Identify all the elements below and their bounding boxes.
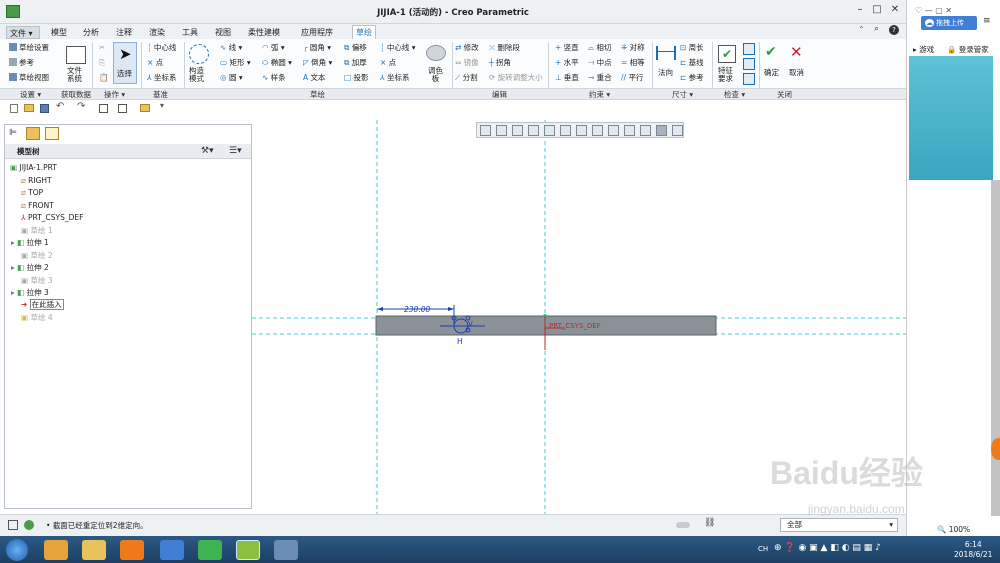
taskbar-cloud-icon[interactable] xyxy=(160,540,184,560)
horizontal-constraint-label: H xyxy=(457,337,463,346)
watermark-url: jingyan.baidu.com xyxy=(808,502,905,516)
sketch-view-icon[interactable] xyxy=(672,125,683,136)
progress-indicator xyxy=(676,522,690,528)
taskbar-media-icon[interactable] xyxy=(120,540,144,560)
taskbar-explorer-icon[interactable] xyxy=(82,540,106,560)
games-link[interactable]: ▸ 游戏 xyxy=(913,44,934,55)
watermark-logo: Baidu经验 xyxy=(770,455,923,491)
menu-icon[interactable]: ≡ xyxy=(983,16,991,26)
scrollbar[interactable] xyxy=(991,180,1000,516)
refit-icon[interactable] xyxy=(480,125,491,136)
clock[interactable]: 6:14 2018/6/21 xyxy=(954,540,992,560)
sketch-canvas[interactable] xyxy=(0,0,906,514)
login-link[interactable]: 🔒 登录管家 xyxy=(947,44,989,55)
toggle-navigator-icon[interactable] xyxy=(8,520,18,530)
taskbar-paint-icon[interactable] xyxy=(274,540,298,560)
taskbar-creo-icon[interactable] xyxy=(236,540,260,560)
display-style-icon[interactable] xyxy=(544,125,555,136)
taskbar-app-icon[interactable] xyxy=(44,540,68,560)
saved-orientations-icon[interactable] xyxy=(560,125,571,136)
browser-icon[interactable] xyxy=(24,520,34,530)
spin-center-icon[interactable] xyxy=(624,125,635,136)
view-manager-icon[interactable] xyxy=(576,125,587,136)
zoom-out-icon[interactable] xyxy=(512,125,523,136)
taskbar-browser-icon[interactable] xyxy=(198,540,222,560)
browser-controls[interactable]: ♡ — ▢ ✕ xyxy=(915,6,952,15)
status-bar: • 截面已经重定位到2维定向。 ⛓ 全部 ▾ xyxy=(0,514,906,536)
dimension-arrow-right xyxy=(448,307,454,311)
upload-button[interactable]: ☁ 拖拽上传 xyxy=(921,16,977,30)
vertical-constraint-label: V xyxy=(468,320,473,328)
repaint-icon[interactable] xyxy=(528,125,539,136)
start-button-icon[interactable] xyxy=(6,539,28,561)
annotation-display-icon[interactable] xyxy=(640,125,651,136)
csys-label: PRT_CSYS_DEF xyxy=(549,322,601,330)
part-section xyxy=(375,315,717,336)
tray-icons[interactable]: ⊕ ❓ ◉ ▣ ▲ ◧ ◐ ▤ ▦ ♪ xyxy=(774,543,881,553)
zoom-in-icon[interactable] xyxy=(496,125,507,136)
status-message: • 截面已经重定位到2维定向。 xyxy=(46,521,148,530)
find-icon[interactable]: ⛓ xyxy=(704,518,715,528)
sketcher-display-icon[interactable] xyxy=(656,125,667,136)
side-banner-image[interactable] xyxy=(909,56,993,180)
perspective-icon[interactable] xyxy=(592,125,603,136)
graphics-toolbar xyxy=(476,122,684,138)
floating-badge[interactable] xyxy=(991,438,1000,460)
dimension-value[interactable]: 230.00 xyxy=(404,305,430,314)
selection-filter[interactable]: 全部 ▾ xyxy=(780,518,898,532)
dimension-arrow-left xyxy=(377,307,383,311)
language-indicator[interactable]: CH xyxy=(758,545,768,553)
datum-display-icon[interactable] xyxy=(608,125,619,136)
zoom-level[interactable]: 🔍 100% xyxy=(937,525,970,534)
